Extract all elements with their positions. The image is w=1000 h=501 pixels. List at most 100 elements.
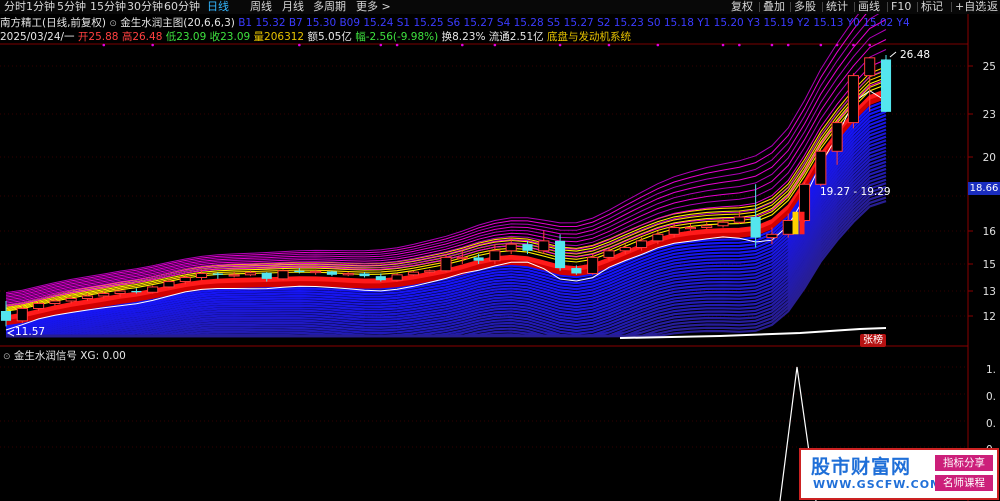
watermark-title: 股市财富网 <box>811 456 912 478</box>
close-value: 23.09 <box>220 31 251 43</box>
toolbar-button-8[interactable]: 返 <box>987 0 998 14</box>
stock-title[interactable]: 南方精工(日线,前复权) <box>0 17 106 29</box>
signal-marker-red <box>799 211 805 235</box>
range-label: 19.27 - 19.29 <box>820 186 891 198</box>
period-toolbar: 分时 1分钟 5分钟 15分钟 30分钟 60分钟 日线 周线 月线 多周期 更多 > 复权 叠加 多股统… <box>0 0 1000 14</box>
high-pointer <box>889 51 897 58</box>
candle-body <box>33 303 45 309</box>
signal-dot <box>298 43 301 47</box>
signal-dot <box>770 43 774 47</box>
candle-body <box>733 216 745 223</box>
candle-body <box>375 276 386 281</box>
sub-indicator-name[interactable]: 金生水润信号 <box>14 350 77 362</box>
candle-body <box>505 243 517 252</box>
candle-body <box>668 227 680 235</box>
sub-axis-label: 0. <box>986 418 996 430</box>
tab-period-9[interactable]: 多周期 <box>313 0 346 14</box>
candle-body <box>766 233 778 239</box>
candle-body <box>831 122 843 152</box>
candle-body <box>847 75 859 124</box>
indicator-name[interactable]: 金生水润主图(20,6,6,3) <box>120 17 235 29</box>
change-label: 幅 <box>355 31 366 43</box>
candle-body <box>212 273 223 275</box>
volume-value: 206312 <box>264 31 305 43</box>
chart-header: 南方精工(日线,前复权) ⊙ 金生水润主图(20,6,6,3) B1 15.32… <box>0 17 910 30</box>
amount-label: 额 <box>307 31 318 43</box>
sub-axis-label: 0. <box>986 391 996 403</box>
signal-dot <box>852 43 855 47</box>
price-tick-label: 15 <box>983 259 996 271</box>
open-label: 开 <box>77 31 89 43</box>
candle-body <box>522 244 533 251</box>
tab-period-4[interactable]: 30分钟 <box>127 0 163 14</box>
tab-period-6[interactable]: 日线 <box>207 0 229 14</box>
toolbar-separator <box>917 2 918 12</box>
main-chart-canvas[interactable]: 26.48 11.57 19.27 - 19.29 25 23 20 16 15 13 12 1. 0… <box>0 0 1000 501</box>
tab-period-0[interactable]: 分时 <box>4 0 26 14</box>
toolbar-button-4[interactable]: 画线 <box>858 0 880 14</box>
tab-period-8[interactable]: 月线 <box>282 0 304 14</box>
signal-dot <box>493 43 497 47</box>
candle-body <box>619 247 631 252</box>
high-label: 高 <box>121 31 133 43</box>
candle-body <box>196 272 208 279</box>
indicator-toggle-icon[interactable]: ⊙ <box>109 19 117 29</box>
candle-body <box>555 240 566 269</box>
candle-body <box>277 270 289 280</box>
sub-indicator-header: ⊙ 金生水润信号 XG: 0.00 <box>3 348 126 363</box>
signal-dot <box>379 43 383 47</box>
signal-marker-yellow <box>792 211 799 235</box>
watermark-logo: 股市财富网 WWW.GSCFW.COM 指标分享 名师课程 <box>799 448 999 500</box>
tab-period-5[interactable]: 60分钟 <box>164 0 200 14</box>
signal-dot <box>738 43 741 47</box>
signal-dot <box>102 43 106 47</box>
sub-indicator-toggle-icon[interactable]: ⊙ <box>3 352 11 362</box>
tab-period-2[interactable]: 5分钟 <box>57 0 86 14</box>
price-tick-label: 16 <box>983 226 997 238</box>
tab-period-10[interactable]: 更多 > <box>356 0 391 14</box>
candle-body <box>636 240 648 248</box>
watermark-tag-1: 指标分享 <box>935 455 993 471</box>
candle-body <box>424 270 436 273</box>
price-tick-label: 23 <box>983 109 996 121</box>
toolbar-button-3[interactable]: 统计 <box>826 0 848 14</box>
candle-body <box>163 281 175 288</box>
toolbar-button-7[interactable]: +自选 <box>955 0 986 14</box>
candle-body <box>131 291 142 293</box>
signal-dot <box>819 43 823 47</box>
signal-dot <box>786 43 790 47</box>
candle-body <box>49 300 61 304</box>
turnover-label: 换 <box>441 31 453 43</box>
tab-period-7[interactable]: 周线 <box>250 0 272 14</box>
limit-badge[interactable]: 张榜 <box>860 334 886 347</box>
high-price-label: 26.48 <box>900 49 930 61</box>
candle-body <box>750 217 761 238</box>
toolbar-button-2[interactable]: 多股 <box>794 0 816 14</box>
candle-body <box>65 298 77 302</box>
toolbar-separator <box>759 2 760 12</box>
signal-dot <box>558 43 562 47</box>
toolbar-button-0[interactable]: 复权 <box>731 0 753 14</box>
candle-body <box>407 271 419 276</box>
tab-period-3[interactable]: 15分钟 <box>90 0 126 14</box>
price-tick-label: 20 <box>983 152 996 164</box>
low-label: 低 <box>165 31 177 43</box>
candle-body <box>473 257 484 261</box>
low-value: 23.09 <box>176 31 207 43</box>
price-tick-label: 13 <box>983 286 996 298</box>
change-value: -2.56(-9.98%) <box>365 31 439 43</box>
candle-body <box>864 57 876 77</box>
toolbar-button-1[interactable]: 叠加 <box>763 0 785 14</box>
candle-body <box>0 311 12 321</box>
toolbar-button-6[interactable]: 标记 <box>921 0 943 14</box>
sub-indicator-value: XG: 0.00 <box>80 350 126 362</box>
toolbar-button-5[interactable]: F10 <box>891 0 911 14</box>
tab-period-1[interactable]: 1分钟 <box>26 0 55 14</box>
volume-label: 量 <box>253 31 265 43</box>
candle-body <box>310 270 322 274</box>
close-label: 收 <box>209 31 221 43</box>
candle-body <box>228 274 240 277</box>
candle-body <box>359 273 370 277</box>
candle-body <box>538 240 550 252</box>
signal-dot <box>721 43 725 47</box>
